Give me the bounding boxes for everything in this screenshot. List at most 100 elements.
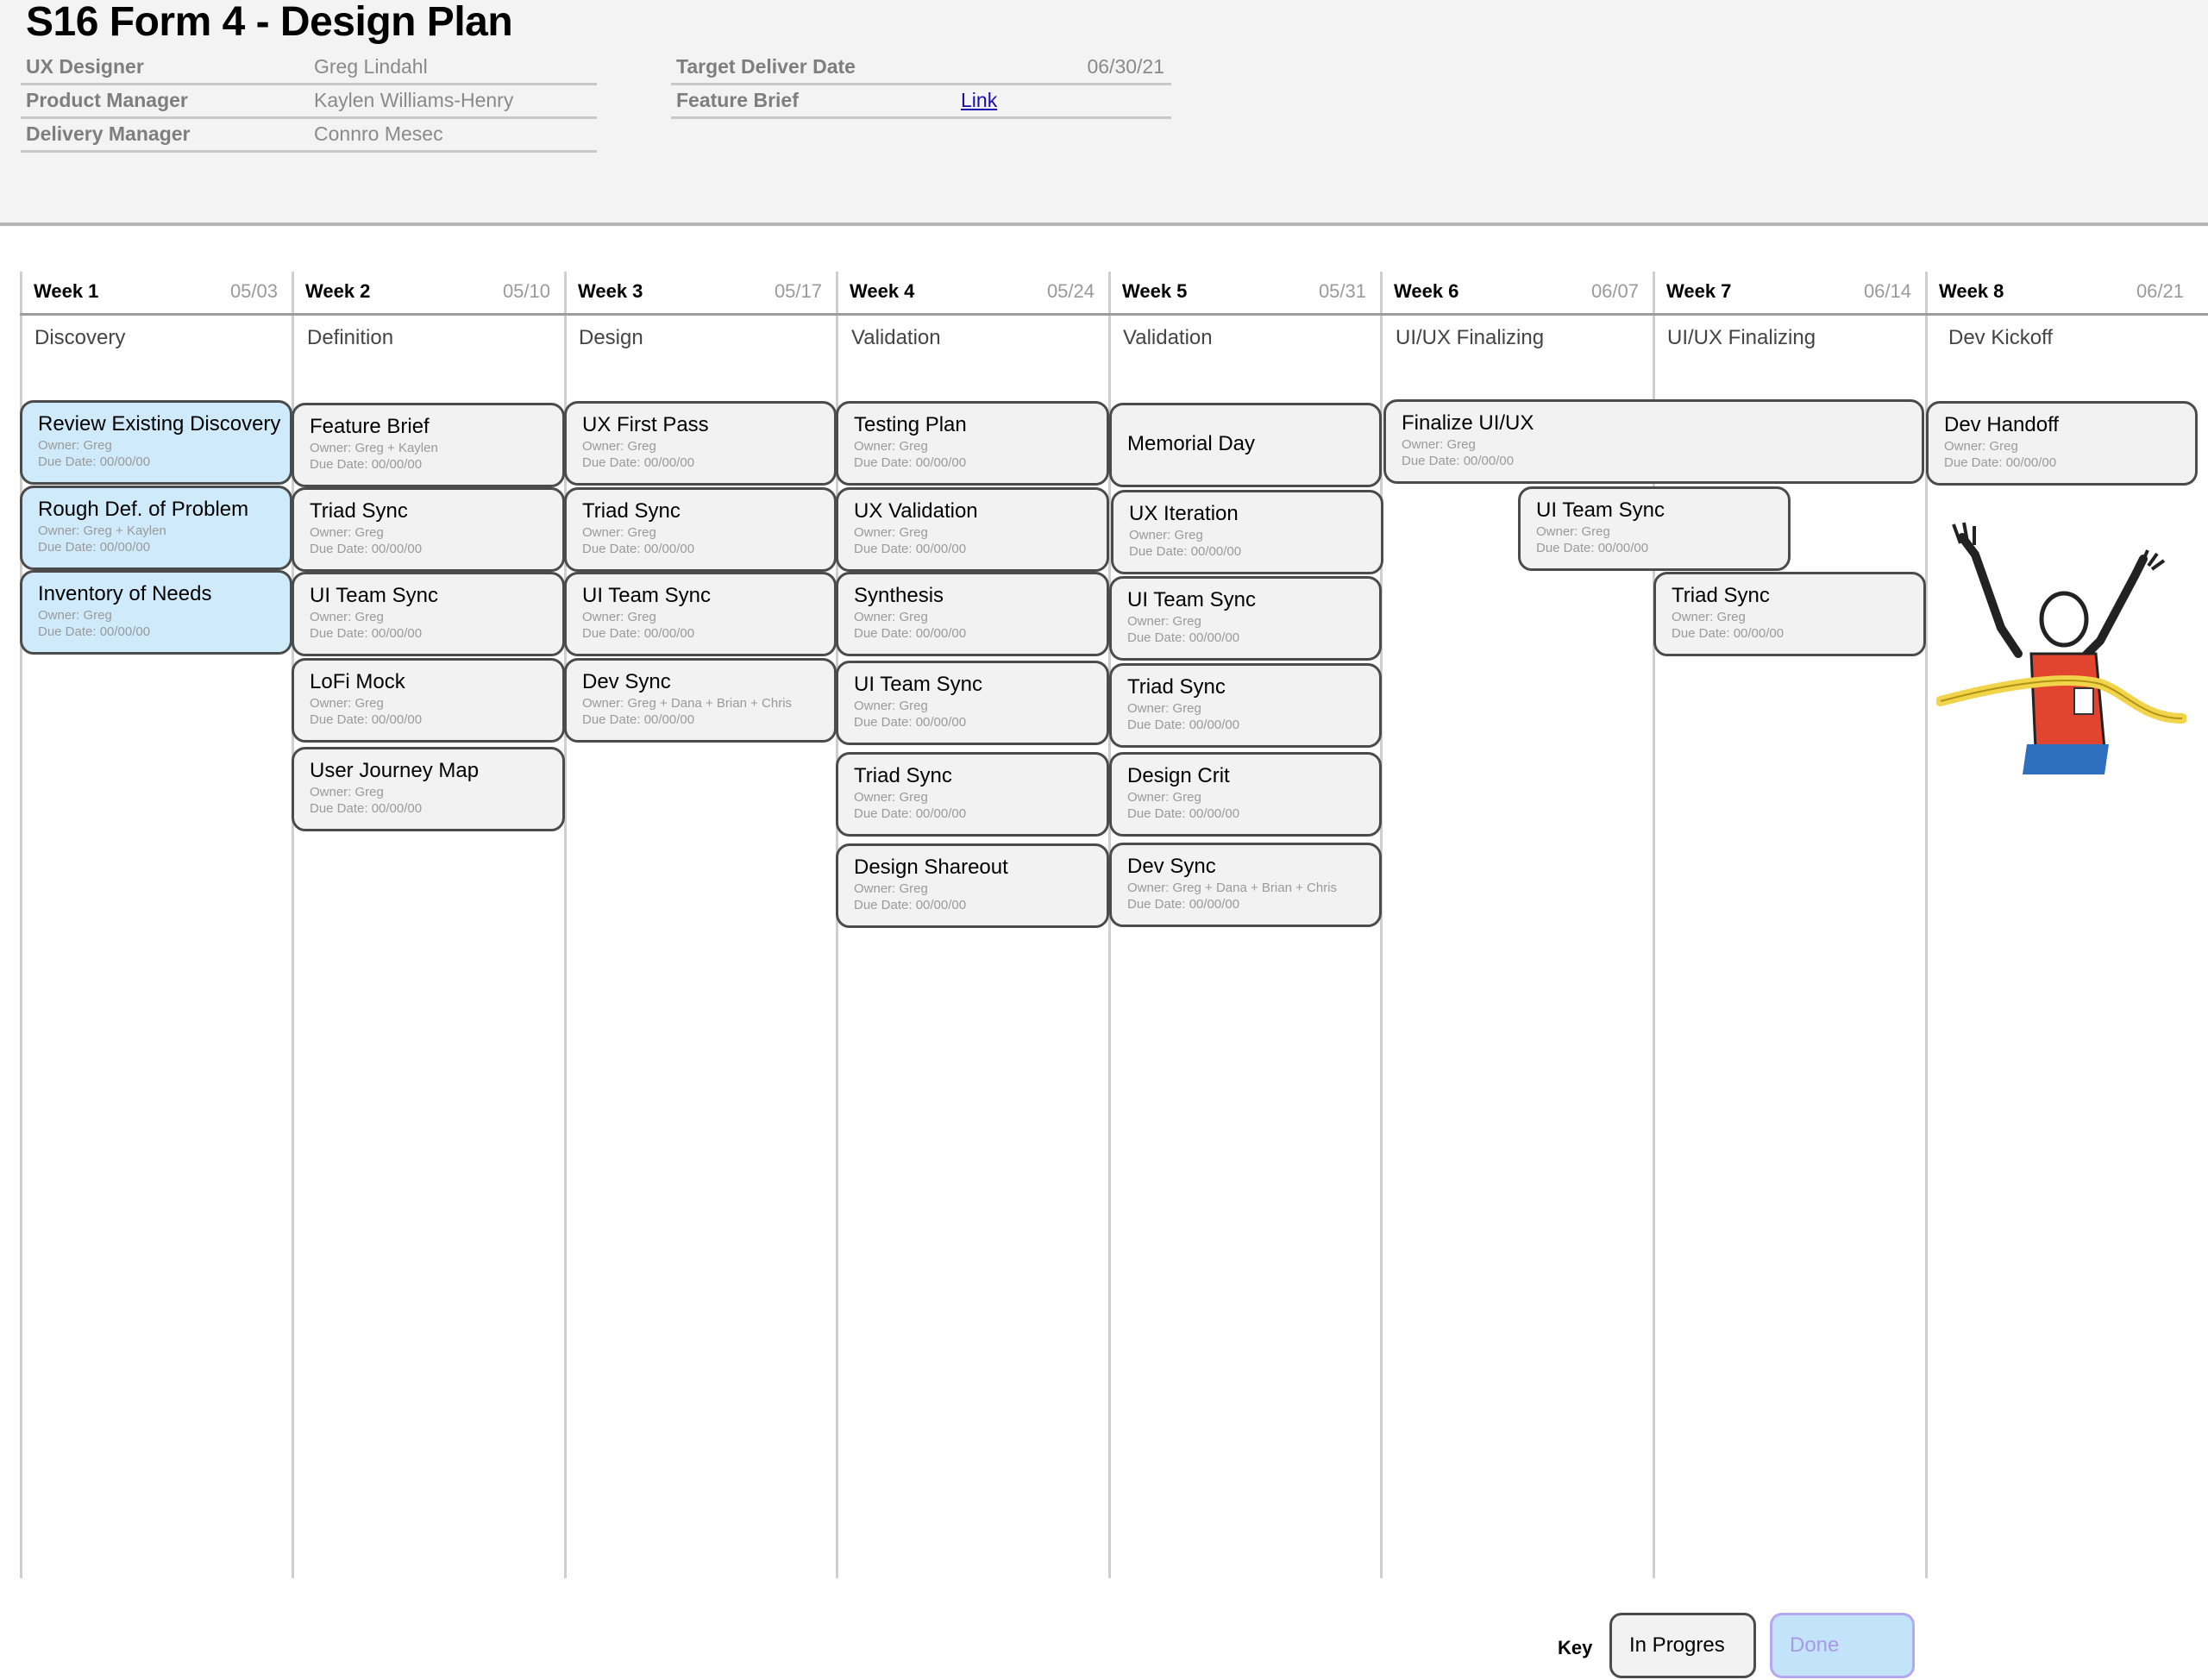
field-label: Delivery Manager [26, 122, 191, 145]
task-card[interactable]: Rough Def. of Problem Owner: Greg + Kayl… [20, 486, 292, 570]
task-title: Triad Sync [582, 499, 681, 523]
plan-header: S16 Form 4 - Design Plan UX Designer Gre… [0, 0, 2208, 226]
task-due-date: Due Date: 00/00/00 [1129, 544, 1242, 559]
task-card[interactable]: Synthesis Owner: Greg Due Date: 00/00/00 [836, 572, 1109, 656]
task-card[interactable]: UX Iteration Owner: Greg Due Date: 00/00… [1111, 490, 1383, 574]
week-name: Week 7 [1666, 280, 1732, 302]
field-value: 06/30/21 [1087, 55, 1164, 78]
task-card[interactable]: Dev Sync Owner: Greg + Dana + Brian + Ch… [564, 658, 837, 743]
week-header: Week 6 06/07 [1380, 272, 1653, 316]
field-value: Greg Lindahl [314, 55, 428, 78]
field-delivery-manager: Delivery Manager Connro Mesec [21, 117, 597, 153]
task-owner: Owner: Greg [1127, 790, 1201, 805]
task-due-date: Due Date: 00/00/00 [1127, 806, 1240, 821]
task-card[interactable]: User Journey Map Owner: Greg Due Date: 0… [292, 747, 565, 831]
task-title: Rough Def. of Problem [38, 498, 249, 521]
week-header: Week 1 05/03 [20, 272, 292, 316]
week-date: 05/03 [229, 280, 278, 302]
task-card[interactable]: Triad Sync Owner: Greg Due Date: 00/00/0… [1109, 663, 1382, 748]
task-owner: Owner: Greg [1536, 524, 1610, 539]
task-card[interactable]: Triad Sync Owner: Greg Due Date: 00/00/0… [836, 752, 1109, 837]
task-owner: Owner: Greg + Kaylen [310, 441, 438, 455]
task-card[interactable]: Finalize UI/UX Owner: Greg Due Date: 00/… [1383, 399, 1924, 484]
task-title: Triad Sync [1672, 584, 1770, 607]
field-product-manager: Product Manager Kaylen Williams-Henry [21, 84, 597, 119]
task-title: UI Team Sync [854, 673, 982, 696]
task-title: Design Shareout [854, 856, 1008, 879]
task-title: Finalize UI/UX [1402, 411, 1534, 435]
task-title: Dev Sync [582, 670, 671, 693]
task-card[interactable]: Memorial Day [1109, 403, 1382, 487]
task-card[interactable]: LoFi Mock Owner: Greg Due Date: 00/00/00 [292, 658, 565, 743]
task-owner: Owner: Greg [854, 610, 928, 624]
task-card[interactable]: UI Team Sync Owner: Greg Due Date: 00/00… [1518, 486, 1791, 571]
task-card[interactable]: Inventory of Needs Owner: Greg Due Date:… [20, 570, 292, 655]
phase-label: Design [579, 326, 643, 349]
task-title: Feature Brief [310, 415, 430, 438]
week-header: Week 8 06/21 [1925, 272, 2208, 316]
task-owner: Owner: Greg [1127, 701, 1201, 716]
key-done: Done [1770, 1613, 1915, 1678]
task-owner: Owner: Greg [854, 699, 928, 713]
task-card[interactable]: Design Crit Owner: Greg Due Date: 00/00/… [1109, 752, 1382, 837]
task-card[interactable]: Triad Sync Owner: Greg Due Date: 00/00/0… [1653, 572, 1926, 656]
task-owner: Owner: Greg [854, 790, 928, 805]
task-card[interactable]: Dev Handoff Owner: Greg Due Date: 00/00/… [1926, 401, 2198, 486]
field-target-deliver-date: Target Deliver Date 06/30/21 [671, 50, 1171, 85]
phase-label: Dev Kickoff [1948, 326, 2053, 349]
feature-brief-link[interactable]: Link [961, 89, 997, 112]
finish-line-runner-icon [1936, 522, 2186, 774]
task-title: UI Team Sync [1127, 588, 1256, 611]
task-owner: Owner: Greg [310, 610, 384, 624]
task-card[interactable]: Review Existing Discovery Owner: Greg Du… [20, 400, 292, 485]
week-header: Week 7 06/14 [1653, 272, 1925, 316]
task-card[interactable]: Triad Sync Owner: Greg Due Date: 00/00/0… [564, 487, 837, 572]
task-card[interactable]: UI Team Sync Owner: Greg Due Date: 00/00… [564, 572, 837, 656]
task-card[interactable]: UI Team Sync Owner: Greg Due Date: 00/00… [1109, 576, 1382, 661]
task-owner: Owner: Greg [38, 438, 112, 453]
page-title: S16 Form 4 - Design Plan [26, 0, 513, 45]
task-card[interactable]: Triad Sync Owner: Greg Due Date: 00/00/0… [292, 487, 565, 572]
task-title: UI Team Sync [1536, 498, 1665, 522]
week-header: Week 5 05/31 [1108, 272, 1380, 316]
task-due-date: Due Date: 00/00/00 [310, 712, 423, 727]
week-name: Week 5 [1122, 280, 1188, 302]
task-card[interactable]: UX First Pass Owner: Greg Due Date: 00/0… [564, 401, 837, 486]
task-title: LoFi Mock [310, 670, 405, 693]
task-title: UX Iteration [1129, 502, 1239, 525]
task-owner: Owner: Greg [582, 610, 656, 624]
key-in-progress: In Progres [1609, 1613, 1756, 1678]
field-label: Feature Brief [676, 89, 799, 111]
phase-label: Discovery [34, 326, 126, 349]
task-card[interactable]: Testing Plan Owner: Greg Due Date: 00/00… [836, 401, 1109, 486]
task-card[interactable]: Dev Sync Owner: Greg + Dana + Brian + Ch… [1109, 843, 1382, 927]
field-value: Connro Mesec [314, 122, 443, 145]
task-card[interactable]: Feature Brief Owner: Greg + Kaylen Due D… [292, 403, 565, 487]
task-owner: Owner: Greg [582, 439, 656, 454]
task-title: Inventory of Needs [38, 582, 212, 605]
task-owner: Owner: Greg [310, 525, 384, 540]
task-title: Design Crit [1127, 764, 1230, 787]
task-due-date: Due Date: 00/00/00 [1672, 626, 1785, 641]
week-header: Week 3 05/17 [564, 272, 836, 316]
phase-label: UI/UX Finalizing [1396, 326, 1545, 349]
task-owner: Owner: Greg + Dana + Brian + Chris [582, 696, 793, 711]
task-card[interactable]: UI Team Sync Owner: Greg Due Date: 00/00… [292, 572, 565, 656]
task-owner: Owner: Greg [1129, 528, 1203, 542]
task-due-date: Due Date: 00/00/00 [854, 715, 967, 730]
task-due-date: Due Date: 00/00/00 [582, 712, 695, 727]
task-title: Testing Plan [854, 413, 967, 436]
field-feature-brief: Feature Brief Link [671, 84, 1171, 119]
field-label: Product Manager [26, 89, 188, 111]
task-due-date: Due Date: 00/00/00 [854, 455, 967, 470]
task-due-date: Due Date: 00/00/00 [1536, 541, 1649, 555]
task-title: UX First Pass [582, 413, 709, 436]
task-owner: Owner: Greg + Kaylen [38, 523, 166, 538]
task-card[interactable]: UI Team Sync Owner: Greg Due Date: 00/00… [836, 661, 1109, 745]
phase-label: Validation [1123, 326, 1213, 349]
task-due-date: Due Date: 00/00/00 [854, 542, 967, 556]
task-due-date: Due Date: 00/00/00 [310, 626, 423, 641]
task-card[interactable]: UX Validation Owner: Greg Due Date: 00/0… [836, 487, 1109, 572]
week-date: 06/21 [2136, 280, 2184, 302]
task-card[interactable]: Design Shareout Owner: Greg Due Date: 00… [836, 843, 1109, 928]
